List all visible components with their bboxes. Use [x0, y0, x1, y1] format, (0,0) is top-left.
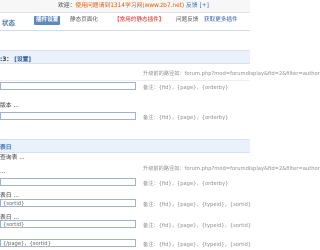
row-label: :3： [设置]	[0, 54, 31, 63]
notice-main[interactable]: 使用问题请到1314学习网	[75, 3, 142, 9]
rule-hint: 备注：{fid}，{page}，{orderby}	[143, 181, 229, 187]
path-hint: 升级前的路径如：forum.php?mod=forumdisplay&fid=2…	[143, 166, 320, 172]
notice-site-link[interactable]: (www.zb7.net)	[142, 3, 184, 9]
row-label: 查询表 ...	[0, 155, 25, 161]
row-divider	[0, 80, 250, 81]
row-label: 表日 ...	[0, 193, 19, 199]
rule-input[interactable]	[0, 178, 136, 186]
notice-prefix: 欢迎：	[58, 3, 76, 9]
section-header	[0, 139, 250, 153]
tab-more-plugins[interactable]: 获取更多插件	[202, 16, 240, 25]
tab-common-static-plugins[interactable]: 【常用的静态插件】	[112, 16, 166, 25]
rule-input[interactable]: {sortid}	[0, 199, 136, 207]
page-title: 状态	[2, 19, 15, 27]
tab-feedback[interactable]: 问题反馈	[174, 16, 200, 25]
path-hint: 升级前的路径如：forum.php?mod=forumdisplay&fid=2…	[143, 71, 320, 77]
rule-input[interactable]	[0, 112, 136, 120]
rule-hint: 备注：{fid}，{page}，{orderby}	[143, 115, 229, 121]
rule-input[interactable]: {/page}，{sortid}	[0, 239, 136, 247]
title-divider	[0, 30, 250, 31]
rule-hint: 备注：{fid}，{page}，{typeid}，{sortid}	[143, 242, 252, 248]
notice-text: 欢迎：使用问题请到1314学习网(www.zb7.net) 反馈 [+]	[58, 2, 209, 10]
notice-bar: 欢迎：使用问题请到1314学习网(www.zb7.net) 反馈 [+]	[0, 0, 250, 13]
row-label: 版本 ...	[0, 103, 19, 109]
notice-feedback[interactable]: 反馈	[186, 3, 198, 9]
title-row: 状态 插件设置 静态页面化 【常用的静态插件】 问题反馈 获取更多插件	[0, 13, 250, 29]
rule-input[interactable]: {sortid}	[0, 220, 136, 228]
row-label-text: :3：	[0, 57, 13, 63]
tab-static-page[interactable]: 静态页面化	[68, 16, 100, 25]
rule-hint: 备注：{fid}，{page}，{typeid}，{sortid}	[143, 223, 252, 229]
notice-plus[interactable]: [+]	[199, 3, 208, 9]
settings-link[interactable]: [设置]	[14, 57, 31, 63]
section-label: 表日	[0, 145, 12, 151]
row-label: ...	[0, 169, 6, 175]
rule-hint: 备注：{fid}，{page}，{orderby}	[143, 85, 229, 91]
rule-hint: 备注：{fid}，{page}，{typeid}，{sortid}	[143, 202, 252, 208]
rule-input[interactable]	[0, 82, 136, 90]
section-header	[0, 50, 250, 64]
tab-plugin-settings[interactable]: 插件设置	[34, 16, 61, 25]
